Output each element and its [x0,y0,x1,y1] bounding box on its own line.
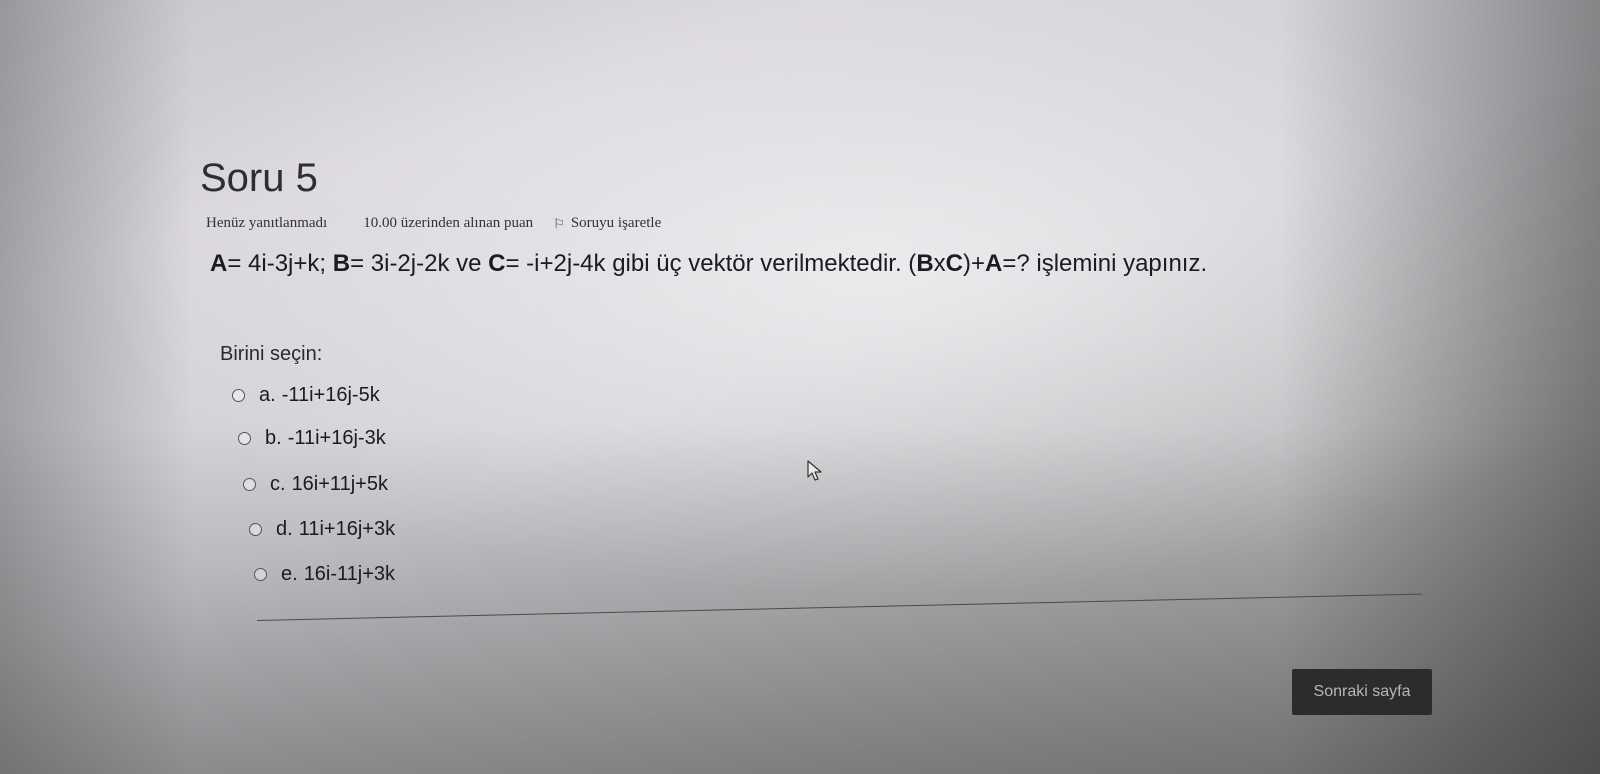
option-letter: e. [281,563,298,585]
question-text-part: = -i+2j-4k [505,250,606,277]
question-text-part: ve [449,250,489,277]
next-page-button[interactable]: Sonraki sayfa [1292,669,1432,715]
question-text-part: gibi üç vektör verilmektedir. ( [605,250,917,277]
answer-option-c[interactable]: c. 16i+11j+5k [243,473,388,496]
flag-question-link[interactable]: ⚐ Soruyu işaretle [553,215,661,232]
question-info: Henüz yanıtlanmadı 10.00 üzerinden alına… [206,215,661,232]
vector-c-label: C [945,250,963,277]
mouse-pointer-icon [807,460,822,481]
option-letter: c. [270,473,286,495]
vector-b-label: B [332,250,351,277]
question-grade: 10.00 üzerinden alınan puan [363,215,534,231]
option-letter: b. [265,427,282,449]
radio-button[interactable] [249,523,262,536]
answer-option-b[interactable]: b. -11i+16j-3k [238,427,386,450]
cross-product-symbol: x [933,250,946,277]
answer-option-e[interactable]: e. 16i-11j+3k [254,563,395,586]
option-value: -11i+16j-5k [281,384,380,406]
option-value: 11i+16j+3k [298,518,396,540]
radio-button[interactable] [238,432,251,445]
option-value: 16i+11j+5k [291,473,388,495]
vector-a-label: A [985,250,1003,277]
radio-button[interactable] [254,568,267,581]
answer-prompt: Birini seçin: [220,343,323,365]
flag-icon: ⚐ [553,215,565,231]
answer-option-a[interactable]: a. -11i+16j-5k [232,384,380,407]
option-value: -11i+16j-3k [287,427,386,449]
flag-question-label: Soruyu işaretle [570,215,662,231]
question-text-part: = 4i-3j+k; [227,250,333,277]
answer-option-d[interactable]: d. 11i+16j+3k [249,518,395,541]
question-status: Henüz yanıtlanmadı [206,215,328,231]
vector-a-label: A [210,250,228,277]
question-text-part: )+ [963,250,986,277]
question-title: Soru 5 [200,156,318,200]
vector-b-label: B [916,250,934,277]
radio-button[interactable] [243,478,256,491]
option-value: 16i-11j+3k [303,563,396,585]
question-text-part: =? işlemini yapınız. [1002,250,1208,277]
vector-c-label: C [488,250,506,277]
option-letter: a. [259,384,276,406]
option-letter: d. [276,518,293,540]
radio-button[interactable] [232,389,245,402]
question-text: A= 4i-3j+k; B= 3i-2j-2k ve C= -i+2j-4k g… [210,250,1207,278]
question-text-part: = 3i-2j-2k [350,250,450,277]
section-divider [256,593,1422,621]
